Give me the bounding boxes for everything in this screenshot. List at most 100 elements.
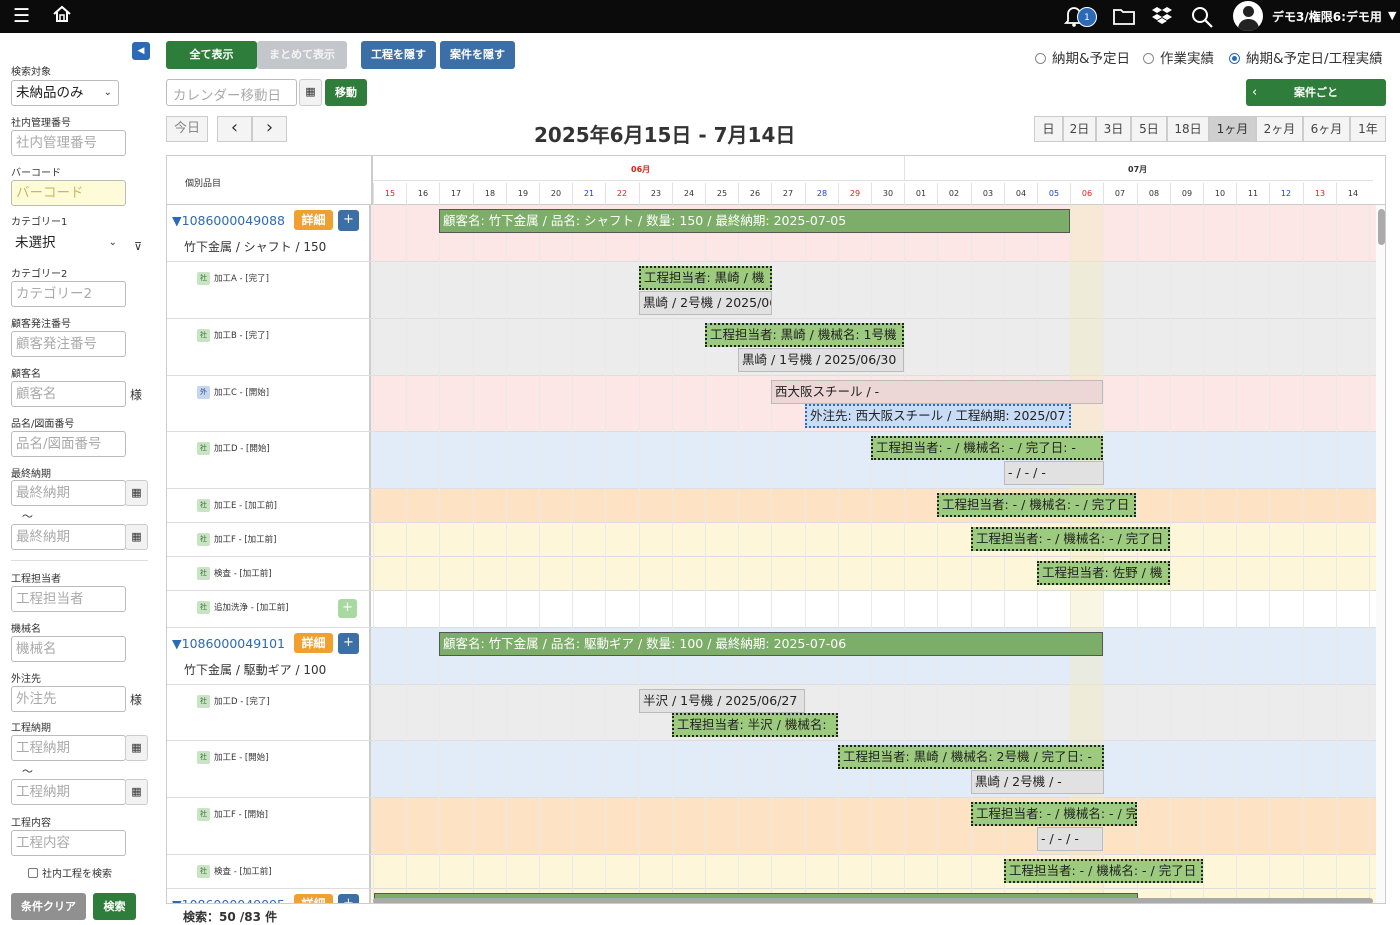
- customer-input[interactable]: 顧客名: [11, 381, 126, 407]
- customer-order-input[interactable]: 顧客発注番号: [11, 331, 126, 357]
- hide-process-button[interactable]: 工程を隠す: [361, 41, 436, 69]
- move-button[interactable]: 移動: [325, 79, 367, 106]
- show-grouped-button[interactable]: まとめて表示: [257, 41, 347, 69]
- radio-due-plan[interactable]: 納期&予定日: [1035, 47, 1130, 67]
- process-plan-bar[interactable]: 工程担当者: 黒崎 / 機械名: 1号機: [705, 323, 904, 347]
- process-label: 社加工D - [開始]: [197, 442, 270, 455]
- process-due-from-input[interactable]: 工程納期: [11, 735, 126, 761]
- scroll-thumb[interactable]: [1378, 209, 1385, 245]
- horizontal-scrollbar[interactable]: [373, 898, 1373, 903]
- menu-icon[interactable]: ☰: [13, 6, 30, 26]
- range-button[interactable]: 日: [1034, 116, 1063, 142]
- process-actual-bar[interactable]: 黒崎 / 1号機 / 2025/06/30: [738, 348, 904, 372]
- range-button[interactable]: 18日: [1167, 116, 1209, 142]
- outsource-tag: 外: [197, 386, 210, 399]
- day-label: 11: [1236, 183, 1269, 205]
- range-button[interactable]: 3日: [1096, 116, 1131, 142]
- add-process-button[interactable]: +: [338, 599, 357, 618]
- process-name: 加工F - [加工前]: [214, 535, 277, 545]
- range-button[interactable]: 1ヶ月: [1209, 116, 1256, 142]
- process-plan-bar[interactable]: 工程担当者: 黒崎 / 機: [639, 266, 772, 290]
- process-content-input[interactable]: 工程内容: [11, 830, 126, 856]
- add-process-button[interactable]: +: [338, 633, 359, 654]
- search-button[interactable]: 検索: [93, 893, 136, 920]
- sort-icon[interactable]: ⊽: [134, 240, 142, 253]
- next-button[interactable]: ›: [252, 116, 287, 142]
- process-plan-bar[interactable]: 工程担当者: 佐野 / 機: [1037, 561, 1170, 585]
- clear-button[interactable]: 条件クリア: [11, 893, 86, 920]
- detail-button[interactable]: 詳細: [294, 894, 333, 903]
- collapse-sidebar-button[interactable]: ◀: [132, 42, 150, 60]
- final-due-from-input[interactable]: 最終納期: [11, 480, 126, 506]
- process-name: 加工A - [完了]: [214, 274, 269, 284]
- calendar-icon[interactable]: ▦: [125, 779, 148, 805]
- add-process-button[interactable]: +: [338, 894, 359, 903]
- outsource-actual-bar[interactable]: 西大阪スチール / -: [771, 380, 1103, 404]
- calendar-icon[interactable]: ▦: [299, 79, 322, 106]
- job-number-link[interactable]: ▼1086000049095: [172, 897, 285, 903]
- internal-process-checkbox[interactable]: 社内工程を検索: [28, 865, 112, 880]
- machine-input[interactable]: 機械名: [11, 636, 126, 662]
- process-plan-bar[interactable]: 工程担当者: 黒崎 / 機械名: 2号機 / 完了日: -: [838, 745, 1104, 769]
- chevron-down-icon[interactable]: ▼: [1388, 9, 1396, 22]
- prev-button[interactable]: ‹: [217, 116, 252, 142]
- category2-input[interactable]: カテゴリー2: [11, 281, 126, 307]
- vendor-input[interactable]: 外注先: [11, 686, 126, 712]
- process-actual-bar[interactable]: - / - / -: [1037, 827, 1103, 851]
- process-plan-bar[interactable]: 工程担当者: - / 機械名: - / 完了日: [971, 527, 1170, 551]
- process-actual-bar[interactable]: 黒崎 / 2号機 / 2025/06: [639, 291, 772, 315]
- process-name: 加工D - [開始]: [214, 444, 270, 454]
- calendar-move-input[interactable]: カレンダー移動日: [166, 79, 297, 106]
- process-actual-bar[interactable]: 半沢 / 1号機 / 2025/06/27: [639, 689, 805, 713]
- job-timeline-bar[interactable]: 顧客名: 竹下金属 / 品名: 駆動ギア / 数量: 100 / 最終納期: 2…: [439, 632, 1103, 656]
- job-number-link[interactable]: ▼1086000049088: [172, 213, 285, 228]
- calendar-icon[interactable]: ▦: [125, 735, 148, 761]
- process-label: 社検査 - [加工前]: [197, 865, 272, 878]
- range-button[interactable]: 2ヶ月: [1256, 116, 1303, 142]
- final-due-to-input[interactable]: 最終納期: [11, 524, 126, 550]
- range-button[interactable]: 6ヶ月: [1303, 116, 1350, 142]
- process-plan-bar[interactable]: 工程担当者: - / 機械名: - / 完了日: -: [871, 436, 1103, 460]
- range-button[interactable]: 2日: [1063, 116, 1096, 142]
- today-button[interactable]: 今日: [166, 116, 208, 142]
- dropbox-icon[interactable]: [1151, 6, 1173, 30]
- vertical-scrollbar[interactable]: [1376, 205, 1385, 903]
- detail-button[interactable]: 詳細: [294, 633, 333, 653]
- detail-button[interactable]: 詳細: [294, 210, 333, 230]
- internal-tag: 社: [197, 865, 210, 878]
- show-all-button[interactable]: 全て表示: [166, 41, 257, 69]
- range-button[interactable]: 1年: [1350, 116, 1386, 142]
- customer-order-label: 顧客発注番号: [11, 319, 71, 330]
- barcode-input[interactable]: バーコード: [11, 180, 126, 206]
- job-number-link[interactable]: ▼1086000049101: [172, 636, 285, 651]
- user-avatar-icon[interactable]: [1233, 1, 1263, 31]
- per-job-button[interactable]: ‹ 案件ごと: [1246, 79, 1386, 106]
- hide-job-button[interactable]: 案件を隠す: [440, 41, 515, 69]
- worker-input[interactable]: 工程担当者: [11, 586, 126, 612]
- folder-icon[interactable]: [1113, 6, 1135, 30]
- item-input[interactable]: 品名/図面番号: [11, 431, 126, 457]
- calendar-icon[interactable]: ▦: [125, 480, 148, 506]
- radio-work-actual[interactable]: 作業実績: [1143, 47, 1214, 67]
- mgmt-no-input[interactable]: 社内管理番号: [11, 130, 126, 156]
- search-target-select[interactable]: 未納品のみ ⌄: [11, 80, 119, 106]
- home-icon[interactable]: [52, 4, 72, 28]
- outsource-plan-bar[interactable]: 外注先: 西大阪スチール / 工程納期: 2025/07: [805, 404, 1071, 428]
- calendar-icon[interactable]: ▦: [125, 524, 148, 550]
- job-timeline-bar[interactable]: 顧客名: 竹下金属 / 品名: シャフト / 数量: 150 / 最終納期: 2…: [439, 209, 1070, 233]
- process-actual-bar[interactable]: 黒崎 / 2号機 / -: [971, 770, 1104, 794]
- add-process-button[interactable]: +: [338, 210, 359, 231]
- search-icon[interactable]: [1190, 5, 1214, 33]
- process-plan-bar[interactable]: 工程担当者: 半沢 / 機械名:: [672, 713, 838, 737]
- category1-select[interactable]: 未選択 ⌄: [11, 231, 119, 257]
- range-button[interactable]: 5日: [1131, 116, 1167, 142]
- process-plan-bar[interactable]: 工程担当者: - / 機械名: - / 完了日: [1004, 859, 1203, 883]
- user-name[interactable]: デモ3/権限6:デモ用: [1272, 8, 1382, 25]
- process-plan-bar[interactable]: 工程担当者: - / 機械名: - / 完: [971, 802, 1137, 826]
- job-summary: 竹下金属 / シャフト / 150: [184, 240, 327, 254]
- process-due-to-input[interactable]: 工程納期: [11, 779, 126, 805]
- internal-tag: 社: [197, 499, 210, 512]
- process-plan-bar[interactable]: 工程担当者: - / 機械名: - / 完了日: [937, 493, 1136, 517]
- radio-due-plan-process-actual[interactable]: 納期&予定日/工程実績: [1229, 47, 1383, 67]
- process-actual-bar[interactable]: - / - / -: [1004, 461, 1104, 485]
